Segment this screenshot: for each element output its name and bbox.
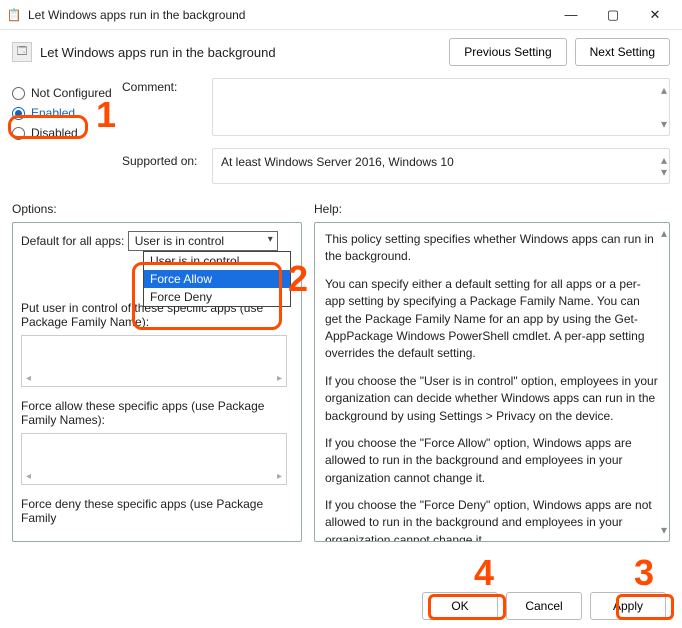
scroll-up-icon[interactable]: ▴ [661, 83, 667, 97]
gpo-icon: 📋 [6, 7, 22, 23]
radio-label: Enabled [31, 106, 75, 120]
window-title: Let Windows apps run in the background [28, 8, 550, 22]
minimize-button[interactable]: — [550, 0, 592, 30]
header: 🗔 Let Windows apps run in the background… [0, 30, 682, 74]
help-p5: If you choose the "Force Deny" option, W… [325, 497, 659, 542]
annotation-3: 3 [634, 552, 654, 594]
options-panel: Default for all apps: User is in control… [12, 222, 302, 542]
dialog-buttons: OK Cancel Apply [414, 592, 666, 620]
comment-textarea[interactable]: ▴ ▾ [212, 78, 670, 136]
scroll-left-icon[interactable]: ◂ [26, 471, 31, 482]
dropdown-option-force-deny[interactable]: Force Deny [144, 288, 290, 306]
options-heading: Options: [12, 202, 302, 216]
help-p3: If you choose the "User is in control" o… [325, 373, 659, 425]
force-deny-label: Force deny these specific apps (use Pack… [21, 497, 293, 525]
policy-title: Let Windows apps run in the background [40, 45, 441, 60]
default-dropdown-list: User is in control Force Allow Force Den… [143, 251, 291, 307]
annotation-4: 4 [474, 552, 494, 594]
help-p1: This policy setting specifies whether Wi… [325, 231, 659, 266]
radio-label: Not Configured [31, 86, 112, 100]
apply-button[interactable]: Apply [590, 592, 666, 620]
cancel-button[interactable]: Cancel [506, 592, 582, 620]
titlebar: 📋 Let Windows apps run in the background… [0, 0, 682, 30]
comment-row: Comment: ▴ ▾ [122, 78, 670, 136]
right-column: Comment: ▴ ▾ Supported on: At least Wind… [122, 78, 670, 184]
maximize-button[interactable]: ▢ [592, 0, 634, 30]
scroll-left-icon[interactable]: ◂ [26, 373, 31, 384]
dropdown-option-user-control[interactable]: User is in control [144, 252, 290, 270]
default-dropdown[interactable]: User is in control [128, 231, 278, 251]
previous-setting-button[interactable]: Previous Setting [449, 38, 566, 66]
force-allow-label: Force allow these specific apps (use Pac… [21, 399, 293, 427]
ok-button[interactable]: OK [422, 592, 498, 620]
scroll-right-icon[interactable]: ▸ [277, 373, 282, 384]
close-button[interactable]: ✕ [634, 0, 676, 30]
help-scrollbar[interactable]: ▴ ▾ [653, 223, 669, 541]
radio-icon [12, 107, 25, 120]
scroll-down-icon[interactable]: ▾ [661, 522, 667, 539]
scroll-right-icon[interactable]: ▸ [277, 471, 282, 482]
radio-icon [12, 127, 25, 140]
supported-label: Supported on: [122, 148, 212, 168]
policy-icon: 🗔 [12, 42, 32, 62]
scroll-down-icon[interactable]: ▾ [661, 117, 667, 131]
radio-label: Disabled [31, 126, 78, 140]
default-label: Default for all apps: [21, 234, 124, 248]
supported-row: Supported on: At least Windows Server 20… [122, 148, 670, 184]
columns: Options: Default for all apps: User is i… [0, 192, 682, 542]
radio-enabled[interactable]: Enabled [12, 106, 122, 120]
force-allow-list[interactable]: ◂ ▸ [21, 433, 287, 485]
put-user-control-list[interactable]: ◂ ▸ [21, 335, 287, 387]
dropdown-option-force-allow[interactable]: Force Allow [144, 270, 290, 288]
options-column: Options: Default for all apps: User is i… [12, 196, 302, 542]
upper-section: Not Configured Enabled Disabled Comment:… [0, 74, 682, 192]
comment-label: Comment: [122, 78, 212, 136]
supported-value: At least Windows Server 2016, Windows 10 [221, 155, 454, 169]
help-p2: You can specify either a default setting… [325, 276, 659, 363]
scroll-down-icon[interactable]: ▾ [661, 165, 667, 179]
help-column: Help: This policy setting specifies whet… [314, 196, 670, 542]
help-p4: If you choose the "Force Allow" option, … [325, 435, 659, 487]
supported-box: At least Windows Server 2016, Windows 10… [212, 148, 670, 184]
help-heading: Help: [314, 202, 670, 216]
scroll-up-icon[interactable]: ▴ [661, 225, 667, 242]
radio-group: Not Configured Enabled Disabled [12, 78, 122, 184]
radio-icon [12, 87, 25, 100]
radio-disabled[interactable]: Disabled [12, 126, 122, 140]
next-setting-button[interactable]: Next Setting [575, 38, 670, 66]
help-text: This policy setting specifies whether Wi… [314, 222, 670, 542]
radio-not-configured[interactable]: Not Configured [12, 86, 122, 100]
